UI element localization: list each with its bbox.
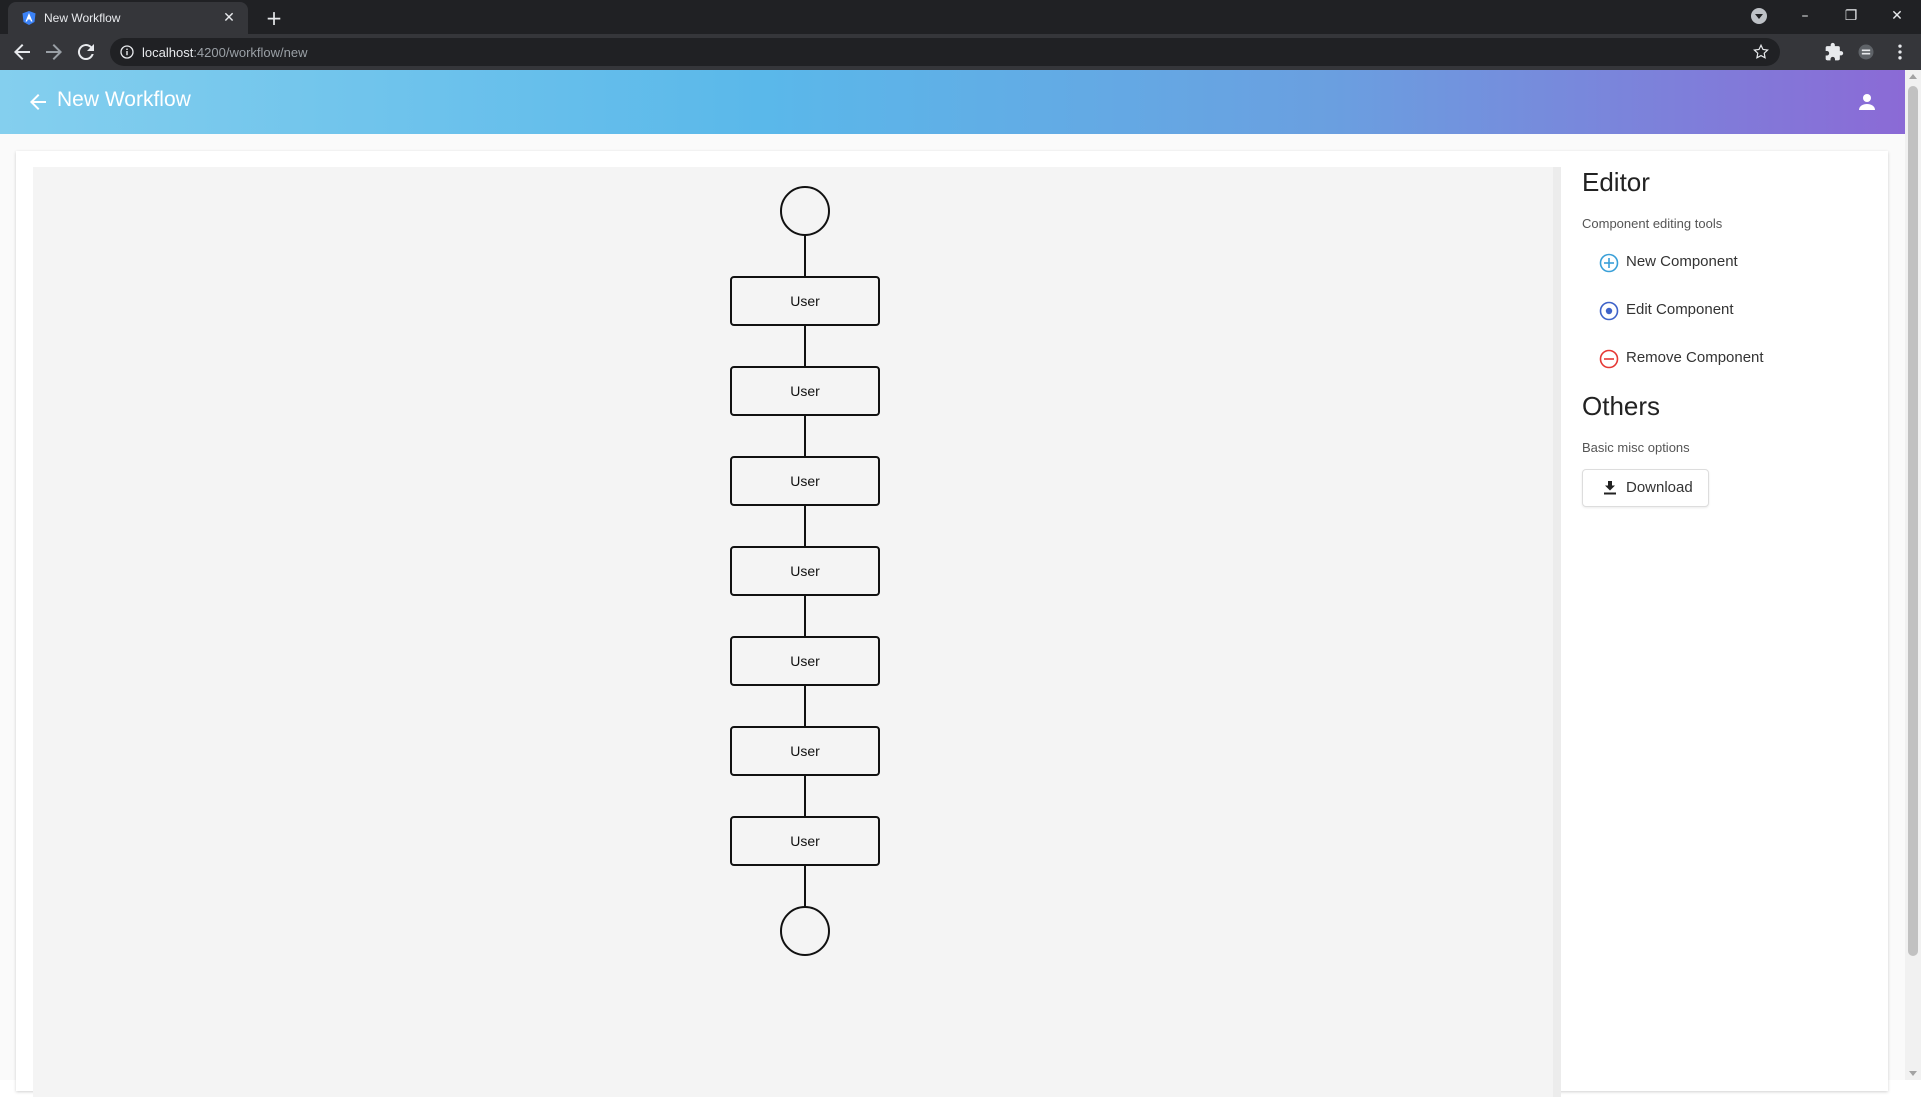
remove-component-label: Remove Component <box>1626 349 1764 366</box>
minimize-icon[interactable]: – <box>1782 0 1828 34</box>
profile-avatar-icon[interactable] <box>1856 42 1876 62</box>
scrollbar-thumb[interactable] <box>1908 86 1918 956</box>
user-node-label: User <box>790 383 820 399</box>
start-node <box>780 186 830 236</box>
download-label: Download <box>1626 479 1693 496</box>
bookmark-star-icon[interactable] <box>1752 43 1770 61</box>
remove-component-button[interactable]: Remove Component <box>1582 341 1882 389</box>
site-info-icon[interactable] <box>120 45 134 59</box>
page-title: New Workflow <box>57 88 191 111</box>
app-header: New Workflow <box>0 70 1905 134</box>
editor-subtitle: Component editing tools <box>1582 216 1723 231</box>
plus-circle-icon <box>1599 253 1619 273</box>
others-heading: Others <box>1582 391 1661 421</box>
tab-search-icon[interactable] <box>1751 8 1767 24</box>
tab-title: New Workflow <box>44 11 121 25</box>
user-node-label: User <box>790 563 820 579</box>
user-node-label: User <box>790 743 820 759</box>
forward-arrow-icon[interactable] <box>42 40 66 64</box>
scroll-down-arrow-icon[interactable] <box>1909 1071 1917 1076</box>
angular-favicon-icon <box>22 11 36 25</box>
editor-panel: Editor Component editing tools New Compo… <box>1582 167 1882 507</box>
new-tab-button[interactable]: + <box>262 6 286 30</box>
address-bar[interactable]: localhost:4200/workflow/new <box>110 38 1780 66</box>
editor-heading: Editor <box>1582 167 1650 197</box>
workflow-diagram[interactable]: User User User User User User User <box>33 167 1553 1097</box>
restore-icon[interactable]: ❐ <box>1828 0 1874 34</box>
workflow-canvas[interactable]: User User User User User User User <box>33 167 1561 1097</box>
window-close-icon[interactable]: ✕ <box>1874 0 1920 34</box>
user-node-label: User <box>790 833 820 849</box>
account-icon[interactable] <box>1855 90 1879 114</box>
radio-dot-icon <box>1599 301 1619 321</box>
reload-icon[interactable] <box>74 40 98 64</box>
user-node-label: User <box>790 293 820 309</box>
browser-tab[interactable]: New Workflow ✕ <box>8 2 248 34</box>
user-node-label: User <box>790 473 820 489</box>
minus-circle-icon <box>1599 349 1619 369</box>
browser-toolbar: localhost:4200/workflow/new <box>0 34 1921 70</box>
page-body: User User User User User User User Editor Comp… <box>0 134 1905 1097</box>
extensions-puzzle-icon[interactable] <box>1824 42 1844 62</box>
new-component-label: New Component <box>1626 253 1738 270</box>
download-button[interactable]: Download <box>1582 469 1709 507</box>
end-node <box>780 906 830 956</box>
close-tab-icon[interactable]: ✕ <box>220 9 238 27</box>
user-node-label: User <box>790 653 820 669</box>
back-arrow-icon[interactable] <box>10 40 34 64</box>
others-subtitle: Basic misc options <box>1582 440 1690 455</box>
edit-component-label: Edit Component <box>1626 301 1734 318</box>
scroll-up-arrow-icon[interactable] <box>1909 74 1917 79</box>
download-icon <box>1604 481 1616 495</box>
page-scrollbar[interactable] <box>1905 70 1921 1080</box>
workflow-card: User User User User User User User Editor Comp… <box>16 151 1888 1097</box>
browser-tab-strip: New Workflow ✕ + – ❐ ✕ <box>0 0 1921 34</box>
new-component-button[interactable]: New Component <box>1582 245 1882 293</box>
url-text: localhost:4200/workflow/new <box>142 45 308 60</box>
browser-menu-icon[interactable] <box>1890 42 1910 62</box>
edit-component-button[interactable]: Edit Component <box>1582 293 1882 341</box>
back-arrow-icon[interactable] <box>26 90 50 114</box>
